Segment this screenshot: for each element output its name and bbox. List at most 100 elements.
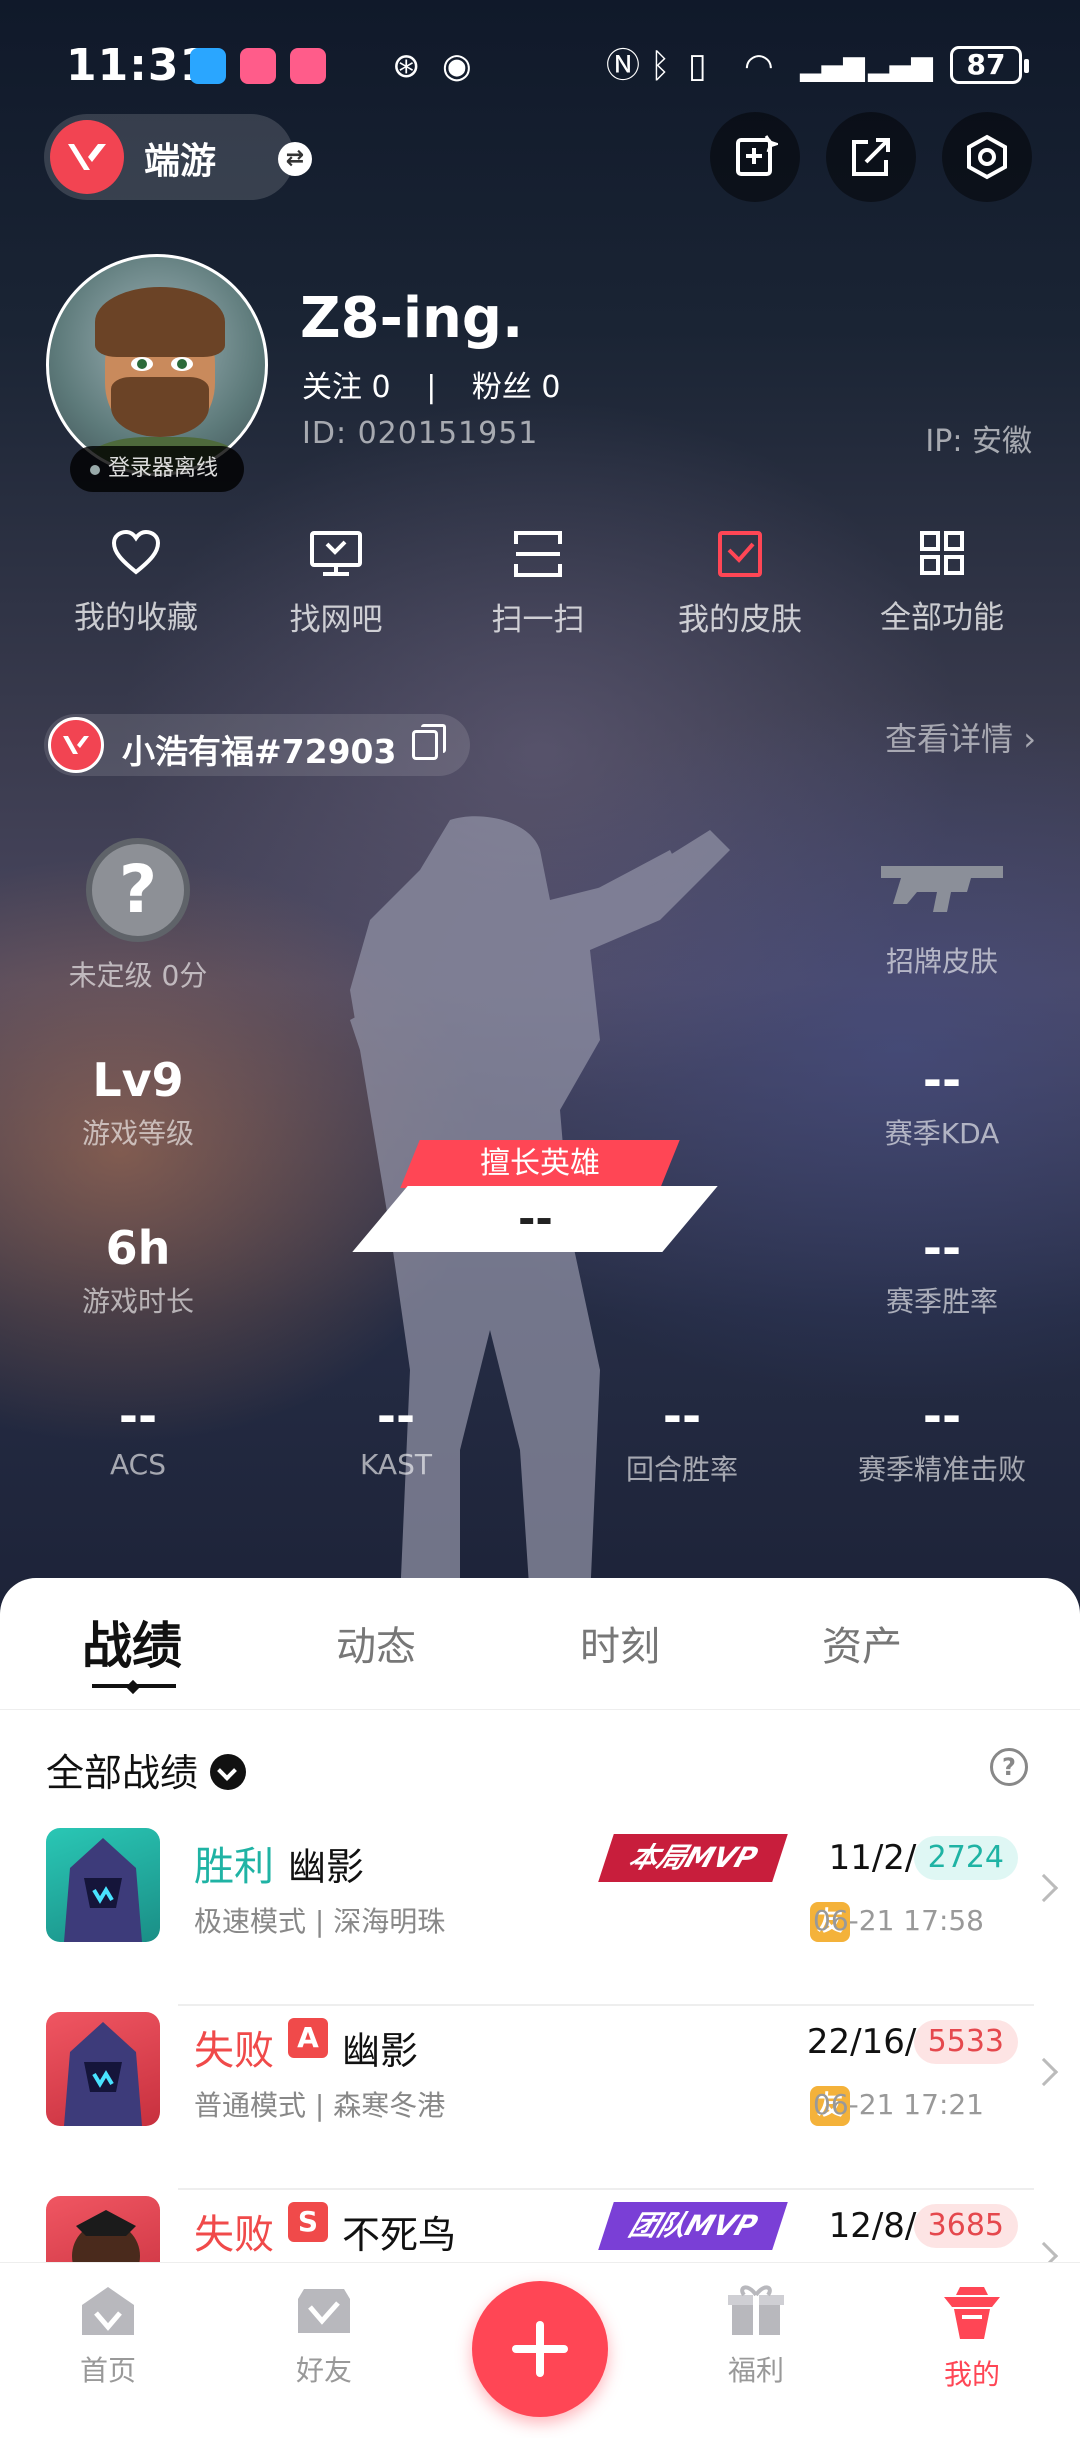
season-winrate-stat: -- 赛季胜率 — [822, 1220, 1062, 1320]
wifi-icon: ◠ — [744, 46, 774, 86]
eye-icon: ◉ — [442, 46, 472, 86]
season-headshot-label: 赛季精准击败 — [857, 1453, 1026, 1486]
match-result: 失败 A 幽影 — [194, 2018, 418, 2076]
valorant-logo-icon — [50, 120, 124, 194]
tab-highlights[interactable]: 时刻 — [580, 1614, 660, 1672]
agent-thumbnail — [46, 2012, 160, 2126]
result-text: 失败 — [194, 2028, 274, 2074]
ip-location: IP: 安徽 — [925, 424, 1032, 459]
account-name: 小浩有福#72903 — [122, 732, 397, 771]
divider — [178, 2004, 1034, 2006]
nav-home[interactable]: 首页 — [28, 2283, 188, 2389]
profile-tabs: 战绩 动态 时刻 资产 — [0, 1578, 1080, 1710]
gift-icon — [728, 2285, 784, 2335]
quick-label: 全部功能 — [880, 600, 1004, 636]
kast-label: KAST — [360, 1448, 432, 1481]
tab-moments-feed[interactable]: 动态 — [336, 1614, 416, 1672]
quick-favorites[interactable]: 我的收藏 — [36, 530, 236, 637]
nav-label: 首页 — [79, 2354, 136, 2387]
signature-skin-stat[interactable]: 招牌皮肤 — [822, 852, 1062, 980]
round-winrate-stat: -- 回合胜率 — [562, 1388, 802, 1488]
acs-value: -- — [118, 1389, 158, 1443]
friends-icon — [298, 2289, 350, 2333]
quick-all-functions[interactable]: 全部功能 — [842, 530, 1042, 637]
avatar[interactable] — [46, 254, 268, 476]
signal-icon: ▂▄▆ — [868, 49, 933, 82]
rank-label: 未定级 0分 — [68, 959, 208, 992]
follow-stats[interactable]: 关注 0 | 粉丝 0 — [302, 362, 560, 406]
bottom-nav: 首页 好友 福利 我的 — [0, 2262, 1080, 2438]
grid-icon — [920, 531, 964, 575]
quick-scan[interactable]: 扫一扫 — [438, 530, 638, 639]
kast-stat: -- KAST — [276, 1388, 516, 1481]
add-card-button[interactable] — [710, 112, 800, 202]
match-score: 3685 — [913, 2204, 1018, 2248]
play-time-value: 6h — [105, 1221, 171, 1275]
best-hero-card[interactable]: -- — [352, 1186, 718, 1252]
nav-benefits[interactable]: 福利 — [676, 2283, 836, 2389]
nfc-icon: Ⓝ — [606, 46, 640, 86]
record-filter[interactable]: 全部战绩 — [46, 1742, 247, 1797]
follow-label: 关注 — [302, 370, 362, 405]
battery-indicator: 87 — [950, 46, 1029, 84]
kast-value: -- — [376, 1389, 416, 1443]
agent-name: 不死鸟 — [342, 2213, 457, 2257]
rating-tag: S — [288, 2202, 328, 2242]
follow-count: 0 — [371, 370, 391, 405]
match-mode: 极速模式 | 深海明珠 — [194, 1905, 446, 1938]
signature-skin-label: 招牌皮肤 — [885, 945, 998, 978]
best-hero-badge: 擅长英雄 — [400, 1140, 680, 1188]
season-kda-value: -- — [922, 1053, 962, 1107]
agent-thumbnail — [46, 1828, 160, 1942]
help-icon[interactable]: ? — [990, 1748, 1028, 1786]
season-kda-label: 赛季KDA — [884, 1117, 1000, 1150]
list-item[interactable]: 失败 A 幽影 普通模式 | 森寒冬港 22/16/2 5533 友 06-21 1… — [0, 2012, 1080, 2196]
filter-label: 全部战绩 — [46, 1751, 199, 1795]
rank-stat[interactable]: ? 未定级 0分 — [18, 838, 258, 994]
fans-label: 粉丝 — [471, 370, 532, 405]
settings-button[interactable] — [942, 112, 1032, 202]
mvp-badge: 本局MVP — [598, 1834, 788, 1882]
tab-indicator — [92, 1684, 176, 1688]
quick-find-netcafe[interactable]: 找网吧 — [236, 530, 436, 639]
agent-name: 幽影 — [288, 1845, 365, 1889]
season-winrate-value: -- — [922, 1221, 962, 1275]
chevron-down-icon — [210, 1753, 247, 1790]
heart-app-icon — [290, 48, 326, 84]
match-result: 胜利 幽影 — [194, 1834, 364, 1892]
status-bar: 11:31 ⊛ ◉ Ⓝ ᛒ ▯ ◠ ▂▄▆ ▂▄▆ 87 — [0, 40, 1080, 96]
nav-me[interactable]: 我的 — [892, 2283, 1052, 2393]
view-details-link[interactable]: 查看详情 › — [885, 714, 1036, 760]
login-status-badge: 登录器离线 — [70, 446, 244, 492]
season-winrate-label: 赛季胜率 — [885, 1285, 998, 1318]
chevron-right-icon — [1029, 2057, 1059, 2087]
result-text: 胜利 — [194, 1844, 274, 1890]
play-time-label: 游戏时长 — [81, 1285, 194, 1318]
notification-icon: ⊛ — [392, 46, 421, 86]
home-icon — [82, 2287, 134, 2335]
list-item[interactable]: 胜利 幽影 极速模式 | 深海明珠 本局MVP 11/2/1 2724 友 06-… — [0, 1828, 1080, 2012]
season-kda-stat: -- 赛季KDA — [822, 1052, 1062, 1152]
heart-icon — [111, 530, 161, 575]
season-headshot-value: -- — [922, 1389, 962, 1443]
mvp-badge: 团队MVP — [598, 2202, 788, 2250]
level-stat: Lv9 游戏等级 — [18, 1052, 258, 1152]
swap-icon: ⇄ — [278, 142, 312, 176]
nav-friends[interactable]: 好友 — [244, 2283, 404, 2389]
match-score: 2724 — [913, 1836, 1018, 1880]
copy-icon[interactable] — [412, 724, 446, 760]
tab-assets[interactable]: 资产 — [822, 1614, 902, 1672]
username: Z8-ing. — [300, 286, 524, 351]
game-account[interactable]: 小浩有福#72903 — [44, 714, 470, 776]
match-time: 06-21 17:58 — [813, 1904, 984, 1937]
quick-my-skins[interactable]: 我的皮肤 — [640, 530, 840, 639]
rifle-icon — [881, 866, 1003, 912]
bluetooth-icon: ᛒ — [650, 46, 671, 86]
tab-records[interactable]: 战绩 — [82, 1606, 182, 1678]
create-post-button[interactable] — [472, 2281, 608, 2417]
rating-tag: A — [288, 2018, 328, 2058]
heart-app-icon — [240, 48, 276, 84]
game-switch[interactable]: 端游 ⇄ — [44, 114, 312, 200]
share-button[interactable] — [826, 112, 916, 202]
acs-label: ACS — [110, 1448, 166, 1481]
